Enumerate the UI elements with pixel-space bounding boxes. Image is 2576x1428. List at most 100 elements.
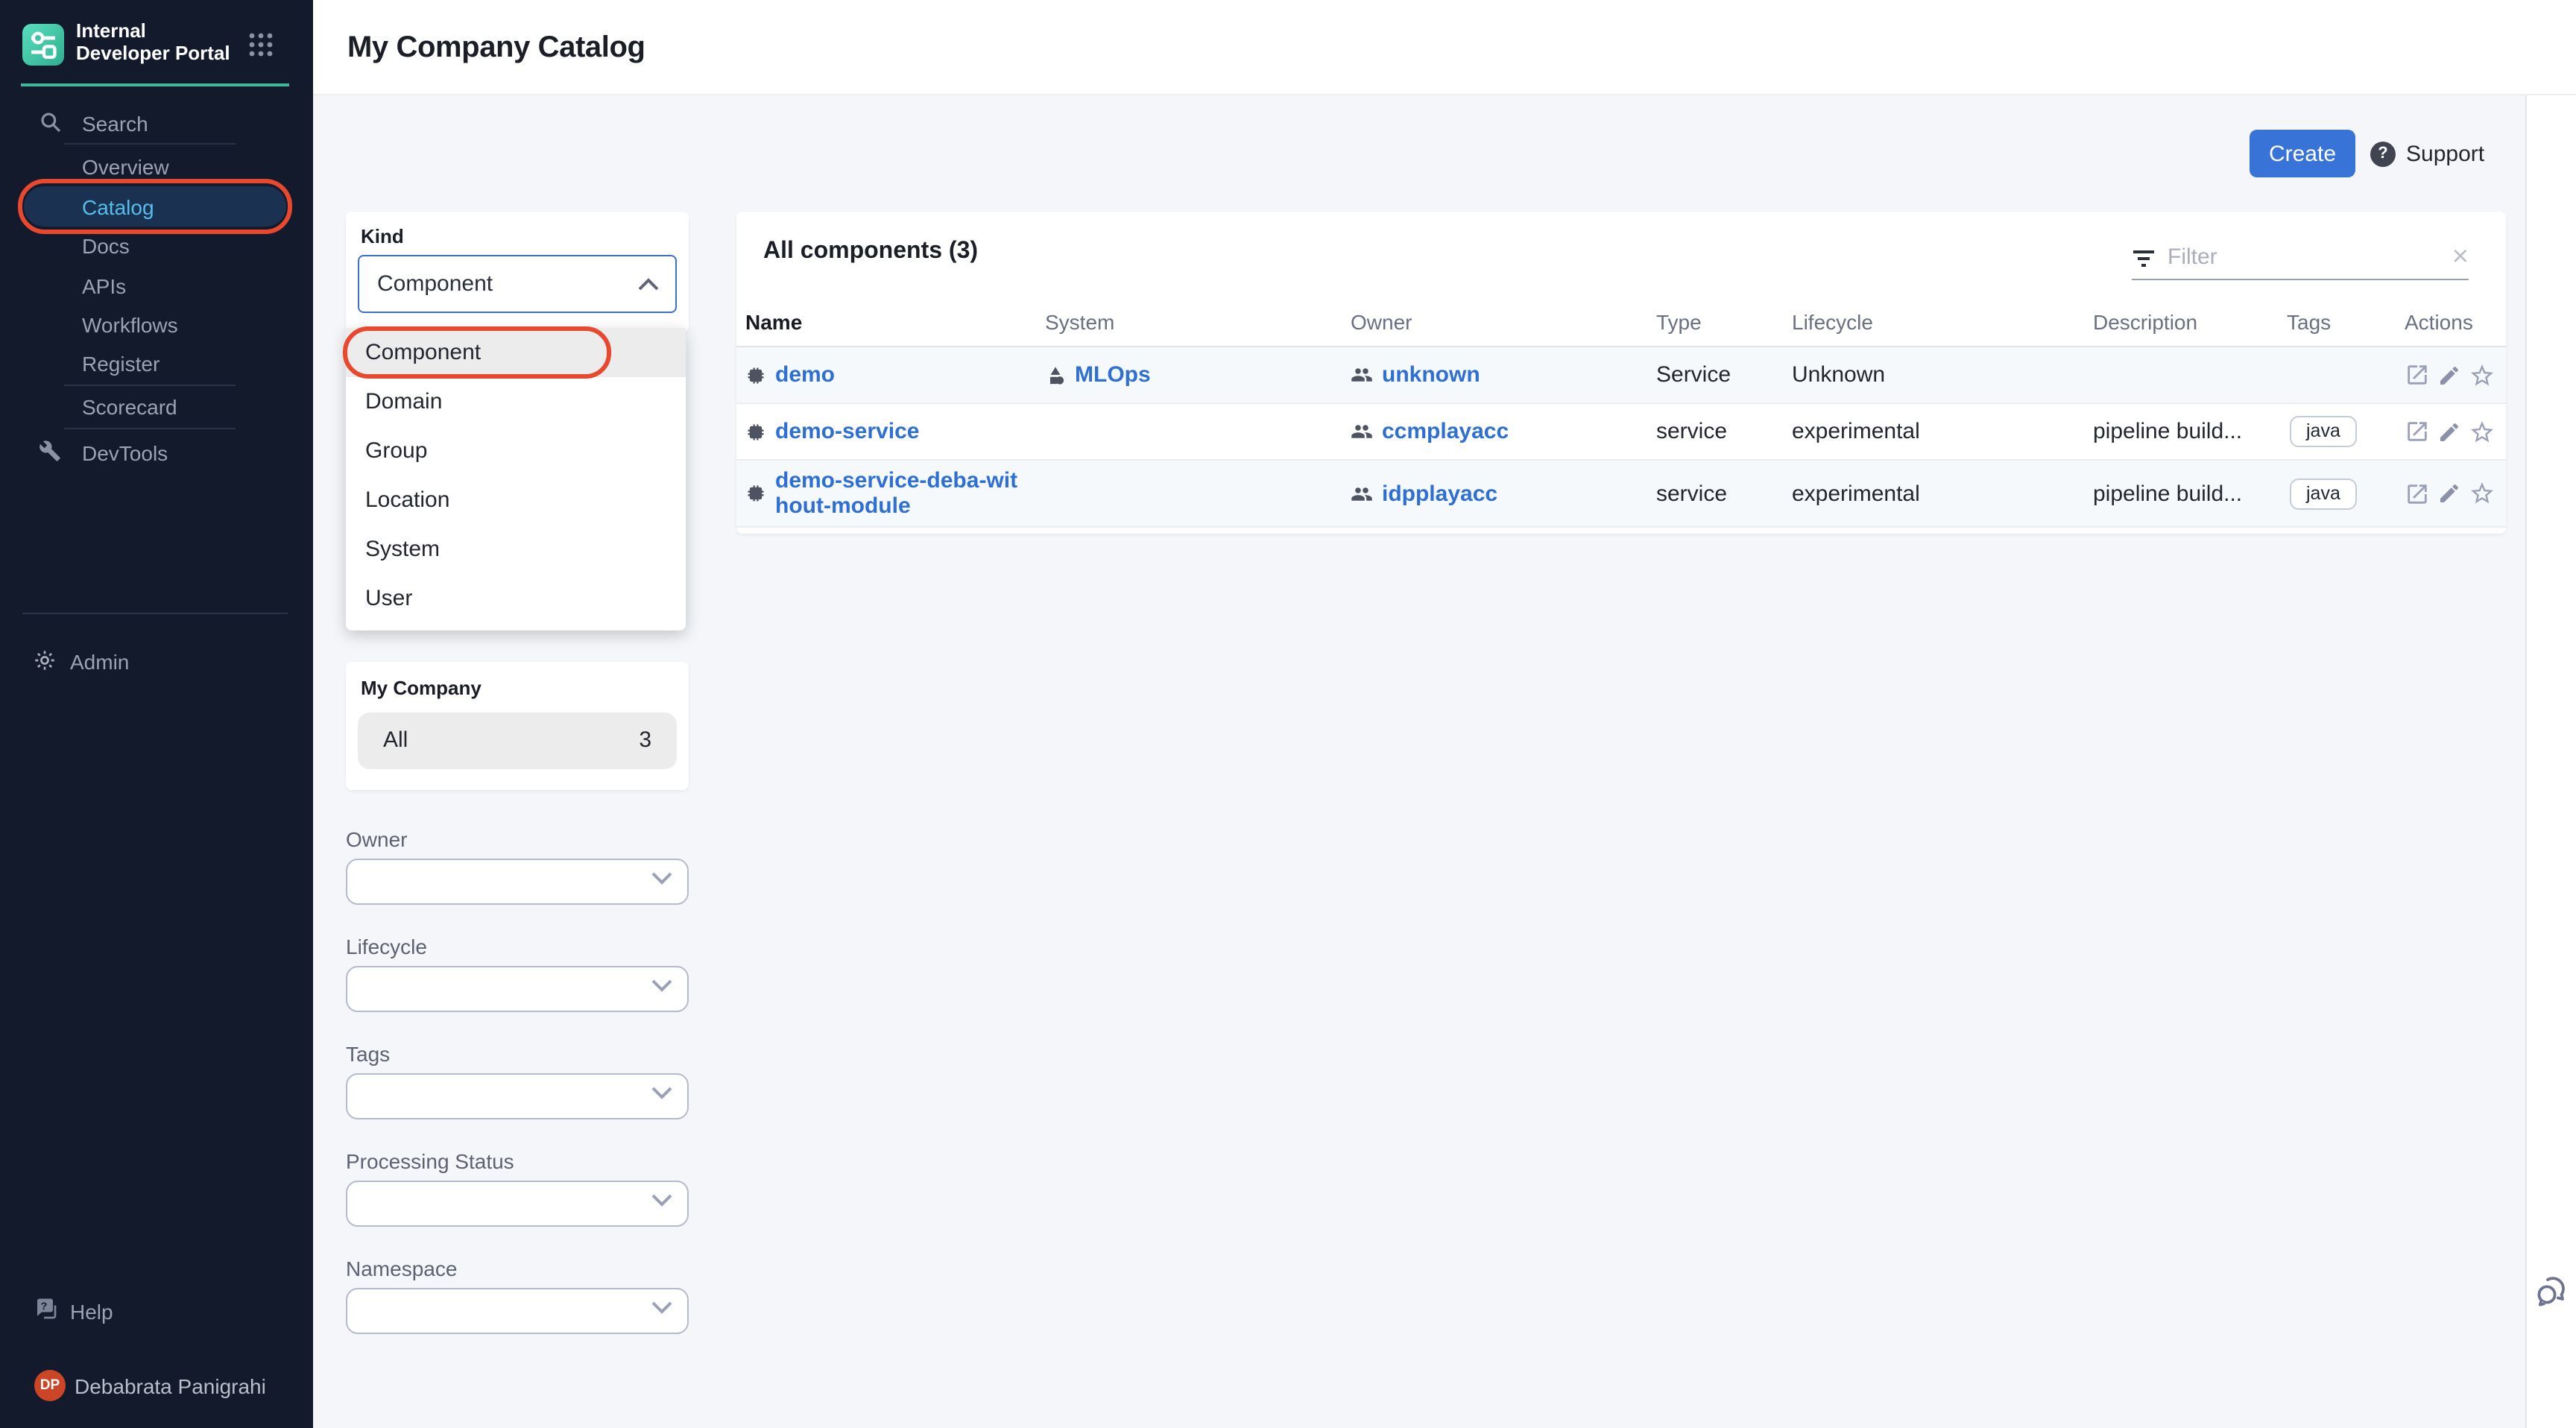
owner-link[interactable]: ccmplayacc: [1382, 419, 1509, 444]
component-chip-icon: [745, 421, 766, 442]
type-value: service: [1656, 481, 1727, 506]
edit-pencil-icon[interactable]: [2437, 420, 2461, 443]
namespace-label: Namespace: [346, 1257, 457, 1280]
column-header-tags: Tags: [2287, 298, 2331, 346]
owner-link[interactable]: idpplayacc: [1382, 481, 1497, 506]
namespace-select[interactable]: [346, 1288, 689, 1334]
column-header-system: System: [1045, 298, 1114, 346]
sidebar-item-admin[interactable]: Admin: [70, 645, 129, 677]
owner-select[interactable]: [346, 859, 689, 905]
app-title: Internal Developer Portal: [76, 19, 240, 64]
user-name[interactable]: Debabrata Panigrahi: [75, 1369, 266, 1402]
edit-pencil-icon[interactable]: [2437, 481, 2461, 505]
lifecycle-select[interactable]: [346, 966, 689, 1012]
sidebar-accent-divider: [21, 83, 289, 86]
system-category-icon: [1045, 364, 1066, 385]
sidebar-item-register[interactable]: Register: [82, 347, 160, 379]
wrench-icon: [39, 440, 61, 470]
column-header-name[interactable]: Name: [745, 298, 802, 346]
my-company-card: My Company All 3: [346, 662, 689, 790]
table-row: demo-service-deba-without-module idpplay…: [736, 461, 2506, 528]
processing-status-label: Processing Status: [346, 1149, 514, 1173]
sidebar-item-search[interactable]: Search: [82, 107, 148, 139]
processing-status-select[interactable]: [346, 1181, 689, 1227]
page-header: My Company Catalog: [313, 0, 2576, 95]
support-button[interactable]: ? Support: [2370, 142, 2484, 167]
component-chip-icon: [745, 483, 766, 504]
content-area: Create ? Support Kind Component Componen…: [313, 95, 2576, 1428]
type-value: service: [1656, 419, 1727, 444]
user-avatar[interactable]: DP: [34, 1370, 66, 1401]
sidebar-item-workflows[interactable]: Workflows: [82, 308, 178, 341]
sidebar-item-catalog[interactable]: Catalog: [24, 186, 286, 227]
star-icon[interactable]: [2469, 361, 2496, 388]
table-row: demo MLOps unknown Service Unknown: [736, 347, 2506, 404]
sidebar-item-docs[interactable]: Docs: [82, 229, 130, 262]
sidebar-item-devtools[interactable]: DevTools: [82, 436, 168, 469]
star-icon[interactable]: [2469, 480, 2496, 507]
table-filter-input[interactable]: [2168, 244, 2440, 270]
lifecycle-value: experimental: [1792, 419, 1920, 444]
create-button[interactable]: Create: [2250, 130, 2355, 177]
column-header-actions: Actions: [2405, 298, 2473, 346]
chat-bubbles-icon[interactable]: [2534, 1273, 2570, 1309]
lifecycle-value: experimental: [1792, 481, 1920, 506]
owner-link[interactable]: unknown: [1382, 362, 1480, 388]
kind-option-user[interactable]: User: [346, 574, 686, 623]
edit-pencil-icon[interactable]: [2437, 363, 2461, 387]
apps-grid-icon[interactable]: [247, 31, 274, 66]
sidebar-item-overview[interactable]: Overview: [82, 150, 169, 183]
component-chip-icon: [745, 364, 766, 385]
owner-label: Owner: [346, 827, 407, 851]
lifecycle-value: Unknown: [1792, 362, 1885, 388]
clear-filter-icon[interactable]: ×: [2452, 245, 2469, 269]
kind-option-system[interactable]: System: [346, 525, 686, 574]
sidebar-item-scorecard[interactable]: Scorecard: [82, 390, 177, 423]
my-company-all-row[interactable]: All 3: [358, 713, 677, 769]
app-logo-icon: [22, 24, 64, 66]
owner-group-icon: [1351, 420, 1373, 443]
chevron-down-icon: [651, 1194, 672, 1207]
column-header-owner: Owner: [1351, 298, 1412, 346]
open-in-new-icon[interactable]: [2405, 362, 2430, 388]
system-link[interactable]: MLOps: [1075, 362, 1151, 388]
table-filter-bar: ×: [2132, 236, 2469, 280]
components-table-card: All components (3) × Name System Owner T…: [736, 212, 2506, 534]
entity-link[interactable]: demo: [775, 362, 835, 388]
column-header-lifecycle: Lifecycle: [1792, 298, 1873, 346]
entity-link[interactable]: demo-service: [775, 419, 919, 444]
owner-group-icon: [1351, 482, 1373, 505]
chevron-down-icon: [651, 1087, 672, 1100]
kind-select-value: Component: [377, 271, 493, 297]
kind-label: Kind: [361, 225, 404, 247]
my-company-label: My Company: [361, 677, 482, 699]
kind-dropdown-menu: Component Domain Group Location System U…: [346, 328, 686, 631]
open-in-new-icon[interactable]: [2405, 419, 2430, 444]
tag-chip: java: [2290, 416, 2357, 447]
entity-link[interactable]: demo-service-deba-without-module: [775, 468, 1032, 519]
kind-select[interactable]: Component: [358, 255, 677, 313]
chevron-down-icon: [651, 872, 672, 885]
app-window: Internal Developer Portal Search Overvie…: [0, 0, 2576, 1428]
kind-option-location[interactable]: Location: [346, 476, 686, 525]
lifecycle-label: Lifecycle: [346, 935, 427, 958]
sidebar-item-apis[interactable]: APIs: [82, 269, 126, 302]
gear-icon: [33, 648, 57, 680]
kind-option-component[interactable]: Component: [346, 328, 686, 377]
sidebar-item-help[interactable]: Help: [70, 1295, 113, 1327]
tags-select[interactable]: [346, 1073, 689, 1119]
divider: [64, 427, 236, 429]
description-value: pipeline build...: [2093, 419, 2242, 444]
sidebar: Internal Developer Portal Search Overvie…: [0, 0, 313, 1428]
kind-option-domain[interactable]: Domain: [346, 377, 686, 426]
open-in-new-icon[interactable]: [2405, 481, 2430, 506]
svg-text:?: ?: [41, 1301, 48, 1312]
type-value: Service: [1656, 362, 1731, 388]
kind-option-group[interactable]: Group: [346, 426, 686, 476]
chevron-down-icon: [651, 979, 672, 993]
star-icon[interactable]: [2469, 418, 2496, 445]
help-icon: ?: [33, 1295, 60, 1330]
main-area: My Company Catalog Create ? Support Kind…: [313, 0, 2576, 1428]
table-title: All components (3): [763, 238, 978, 265]
kind-filter-card: Kind Component: [346, 212, 689, 332]
